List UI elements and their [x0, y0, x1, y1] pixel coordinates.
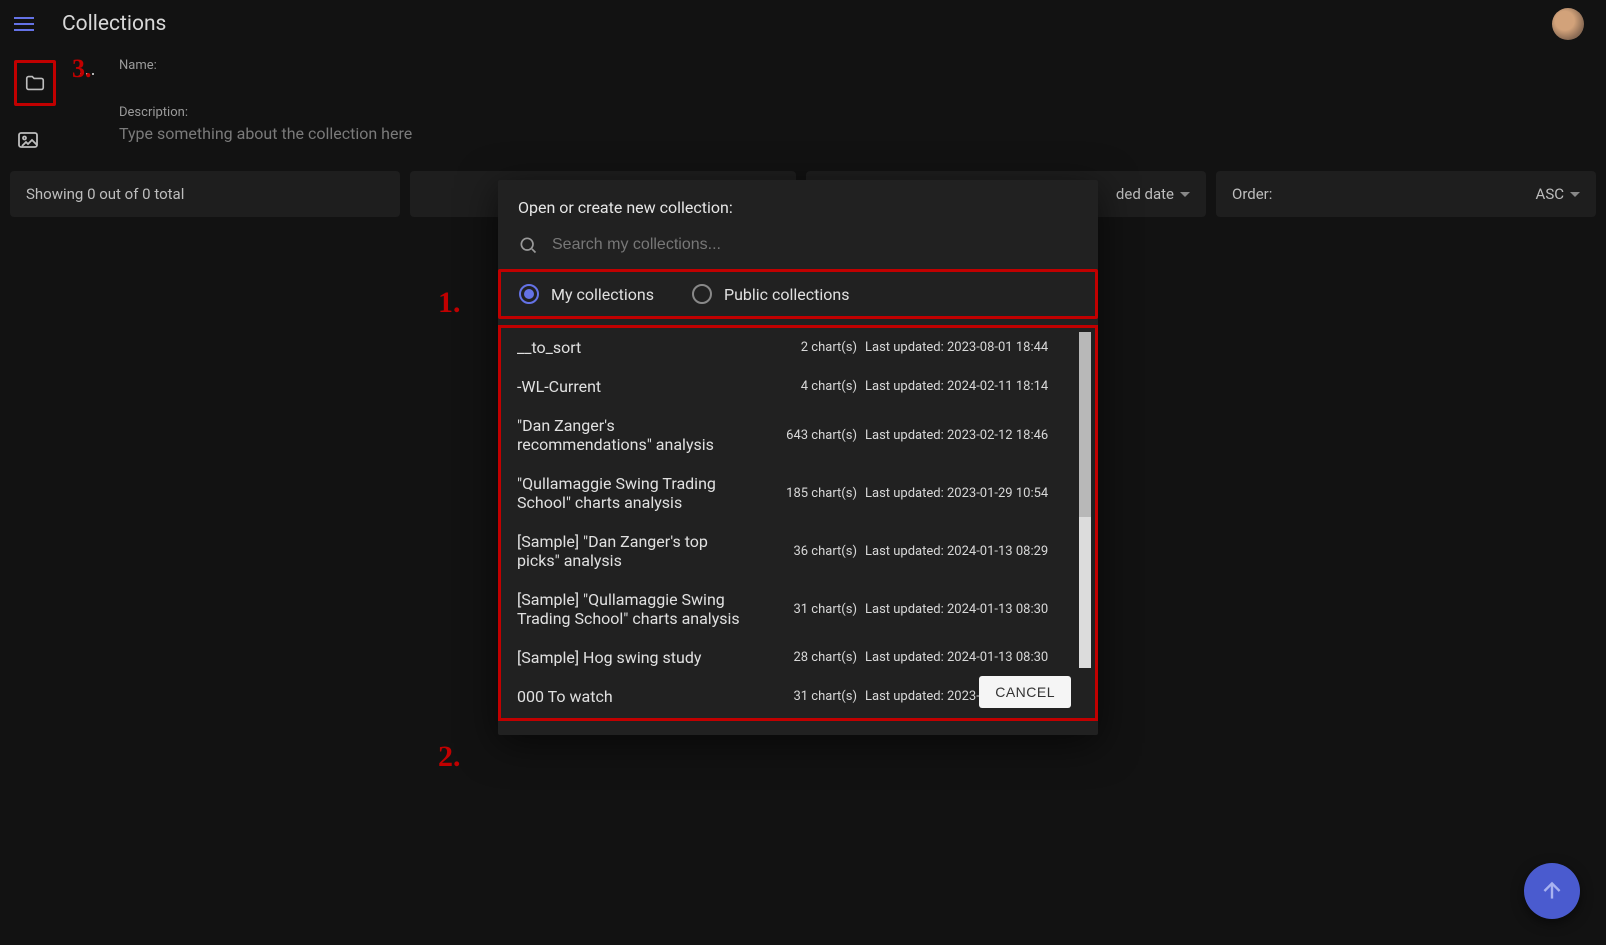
radio-public-label: Public collections [724, 285, 850, 304]
collection-list-wrap: __to_sort 2 chart(s) Last updated: 2023-08… [498, 325, 1098, 721]
last-updated: Last updated: 2023-01-29 10:54 [865, 486, 1065, 501]
description-placeholder[interactable]: Type something about the collection here [119, 124, 1592, 143]
collection-name: [Sample] Hog swing study [517, 648, 749, 667]
description-label: Description: [119, 105, 1592, 120]
last-updated: Last updated: 2023-02-12 18:46 [865, 428, 1065, 443]
folder-icon [24, 72, 46, 94]
radio-selected-icon [519, 284, 539, 304]
annotation-3: 3. [72, 54, 92, 84]
collection-list[interactable]: __to_sort 2 chart(s) Last updated: 2023-08… [501, 328, 1095, 714]
chart-count: 2 chart(s) [757, 340, 857, 355]
collection-name: __to_sort [517, 338, 749, 357]
chart-count: 36 chart(s) [757, 544, 857, 559]
collection-name: -WL-Current [517, 377, 749, 396]
last-updated: Last updated: 2024-02-11 18:14 [865, 379, 1065, 394]
app-header: Collections [0, 0, 1606, 48]
last-updated: Last updated: 2023-08-01 18:44 [865, 340, 1065, 355]
name-label: Name: [119, 58, 1592, 73]
sort-value-partial: ded date [1116, 185, 1174, 203]
chart-count: 643 chart(s) [757, 428, 857, 443]
collection-type-radio-group: My collections Public collections [498, 269, 1098, 319]
list-item[interactable]: [Sample] Hog swing study 28 chart(s) Last … [501, 638, 1095, 677]
collection-name: [Sample] "Dan Zanger's top picks" analys… [517, 532, 749, 570]
radio-my-label: My collections [551, 285, 654, 304]
hamburger-menu-icon[interactable] [14, 12, 38, 36]
search-icon [518, 235, 538, 255]
last-updated: Last updated: 2024-01-13 08:30 [865, 650, 1065, 665]
radio-unselected-icon [692, 284, 712, 304]
image-button[interactable] [14, 126, 42, 154]
collection-name: [Sample] "Qullamaggie Swing Trading Scho… [517, 590, 749, 628]
arrow-up-icon [1539, 878, 1565, 904]
image-icon [16, 128, 40, 152]
collection-name: "Dan Zanger's recommendations" analysis [517, 416, 749, 454]
order-value: ASC [1536, 185, 1564, 203]
avatar[interactable] [1552, 8, 1584, 40]
last-updated: Last updated: 2024-01-13 08:30 [865, 602, 1065, 617]
scroll-top-fab[interactable] [1524, 863, 1580, 919]
collection-name: "Qullamaggie Swing Trading School" chart… [517, 474, 749, 512]
radio-my-collections[interactable]: My collections [519, 284, 654, 304]
page-title: Collections [62, 12, 166, 36]
list-item[interactable]: "Qullamaggie Swing Trading School" chart… [501, 464, 1095, 522]
collection-meta: ⋯ Name: Description: Type something abou… [0, 48, 1606, 169]
scrollbar-thumb[interactable] [1079, 332, 1091, 517]
chart-count: 185 chart(s) [757, 486, 857, 501]
showing-count: Showing 0 out of 0 total [10, 171, 400, 217]
scrollbar[interactable] [1079, 332, 1091, 668]
chart-count: 28 chart(s) [757, 650, 857, 665]
radio-public-collections[interactable]: Public collections [692, 284, 850, 304]
list-item[interactable]: -WL-Current 4 chart(s) Last updated: 2024-… [501, 367, 1095, 406]
search-input[interactable] [552, 236, 1078, 254]
chevron-down-icon [1570, 192, 1580, 197]
order-dropdown[interactable]: Order: ASC [1216, 171, 1596, 217]
annotation-1: 1. [438, 286, 461, 320]
last-updated: Last updated: 2024-01-13 08:29 [865, 544, 1065, 559]
list-item[interactable]: [Sample] "Dan Zanger's top picks" analys… [501, 522, 1095, 580]
modal-title: Open or create new collection: [498, 180, 1098, 227]
chart-count: 4 chart(s) [757, 379, 857, 394]
collection-name: 000 To watch [517, 687, 749, 706]
chevron-down-icon [1180, 192, 1190, 197]
annotation-box-3 [14, 60, 56, 106]
order-label: Order: [1232, 185, 1272, 203]
chart-count: 31 chart(s) [757, 689, 857, 704]
list-item[interactable]: "Dan Zanger's recommendations" analysis 6… [501, 406, 1095, 464]
cancel-button[interactable]: CANCEL [979, 676, 1071, 708]
list-item[interactable]: __to_sort 2 chart(s) Last updated: 2023-08… [501, 328, 1095, 367]
list-item[interactable]: [Sample] "Qullamaggie Swing Trading Scho… [501, 580, 1095, 638]
open-folder-button[interactable] [21, 69, 49, 97]
open-collection-modal: Open or create new collection: My collec… [498, 180, 1098, 735]
chart-count: 31 chart(s) [757, 602, 857, 617]
annotation-2: 2. [438, 740, 461, 774]
